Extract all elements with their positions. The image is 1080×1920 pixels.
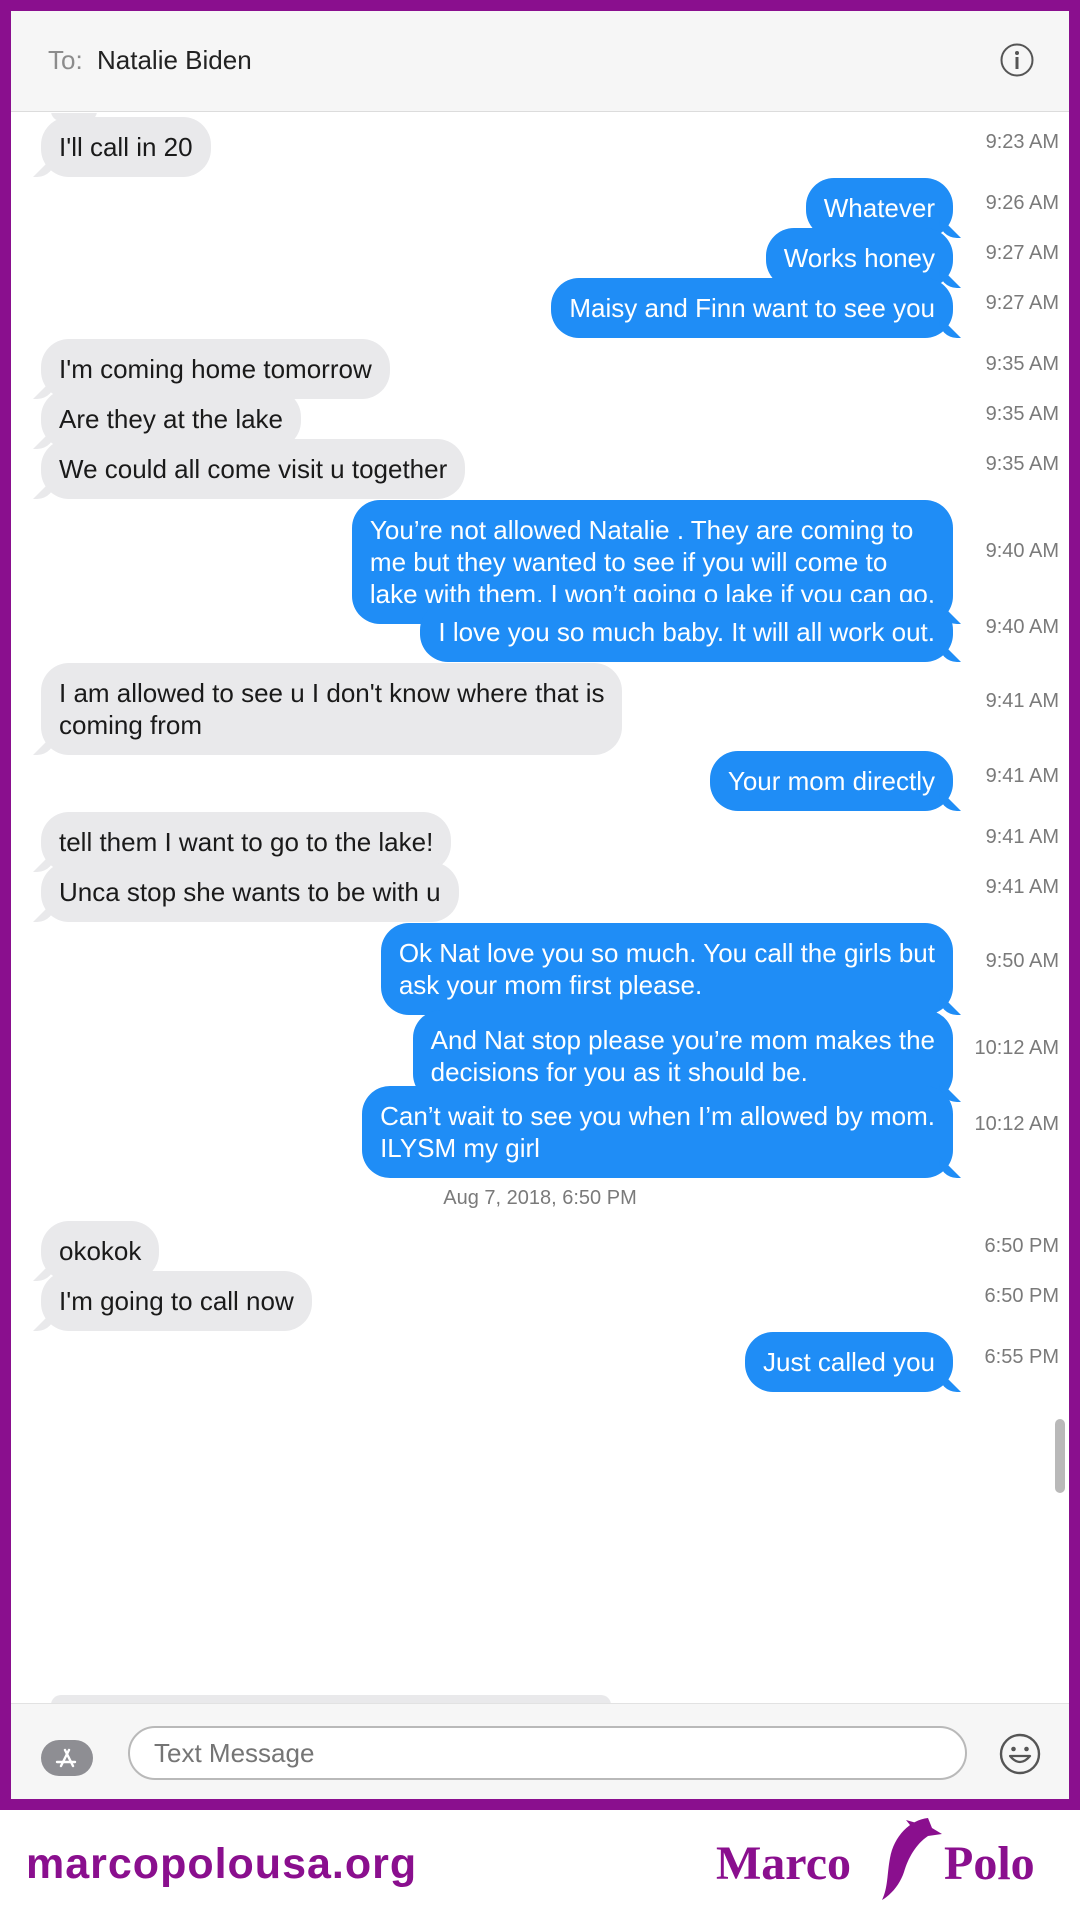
message-time: 9:50 AM [985,950,1059,972]
message-time: 9:35 AM [985,453,1059,475]
messages-window: To: Natalie Biden I'll call in 20 9:23 A… [0,0,1080,1810]
message-bubble[interactable]: Your mom directly [709,751,953,811]
message-bubble[interactable]: I'll call in 20 [41,117,211,177]
footer-banner: marcopolousa.org Marco Polo [0,1810,1080,1920]
app-store-icon [55,1748,77,1768]
emoji-icon[interactable] [998,1732,1042,1776]
message-time: 9:41 AM [985,690,1059,712]
message-time: 6:55 PM [984,1346,1059,1368]
message-bubble[interactable]: I'm going to call now [41,1271,312,1331]
info-icon[interactable] [999,42,1035,78]
message-time: 9:27 AM [985,242,1059,264]
message-time: 9:41 AM [985,765,1059,787]
message-time: 9:40 AM [985,616,1059,638]
app-store-button[interactable] [41,1740,93,1776]
message-time: 9:27 AM [985,292,1059,314]
message-bubble[interactable]: I am allowed to see u I don't know where… [41,663,623,755]
message-time: 9:23 AM [985,131,1059,153]
message-time: 6:50 PM [984,1235,1059,1257]
footer-url[interactable]: marcopolousa.org [26,1840,417,1889]
message-time: 9:26 AM [985,192,1059,214]
date-separator: Aug 7, 2018, 6:50 PM [443,1187,637,1209]
conversation-header: To: Natalie Biden [11,11,1069,112]
composer-bar [11,1703,1069,1799]
scrollbar-thumb[interactable] [1055,1419,1065,1493]
message-bubble[interactable]: I love you so much baby. It will all wor… [420,602,953,662]
to-label: To: [48,45,83,75]
brand-name-first: Marco [716,1837,852,1890]
brand-name-second: Polo [944,1837,1035,1890]
message-bubble[interactable]: Unca stop she wants to be with u [41,862,459,922]
message-time: 9:41 AM [985,876,1059,898]
message-time: 9:40 AM [985,540,1059,562]
message-transcript[interactable]: I'll call in 20 9:23 AM Whatever 9:26 AM… [11,113,1069,1703]
message-input[interactable] [128,1726,967,1780]
recipient-name[interactable]: Natalie Biden [97,45,252,76]
message-bubble[interactable]: We could all come visit u together [41,439,466,499]
message-time: 10:12 AM [974,1037,1059,1059]
message-time: 6:50 PM [984,1285,1059,1307]
message-time: 9:35 AM [985,353,1059,375]
message-bubble[interactable]: Can’t wait to see you when I’m allowed b… [362,1086,953,1178]
message-bubble[interactable]: Maisy and Finn want to see you [551,278,953,338]
message-time: 9:35 AM [985,403,1059,425]
message-time: 9:41 AM [985,826,1059,848]
partial-bubble [51,1695,611,1703]
message-bubble[interactable]: Just called you [745,1332,953,1392]
dolphin-logo [882,1818,942,1900]
message-time: 10:12 AM [974,1113,1059,1135]
message-bubble[interactable]: Ok Nat love you so much. You call the gi… [380,923,953,1015]
